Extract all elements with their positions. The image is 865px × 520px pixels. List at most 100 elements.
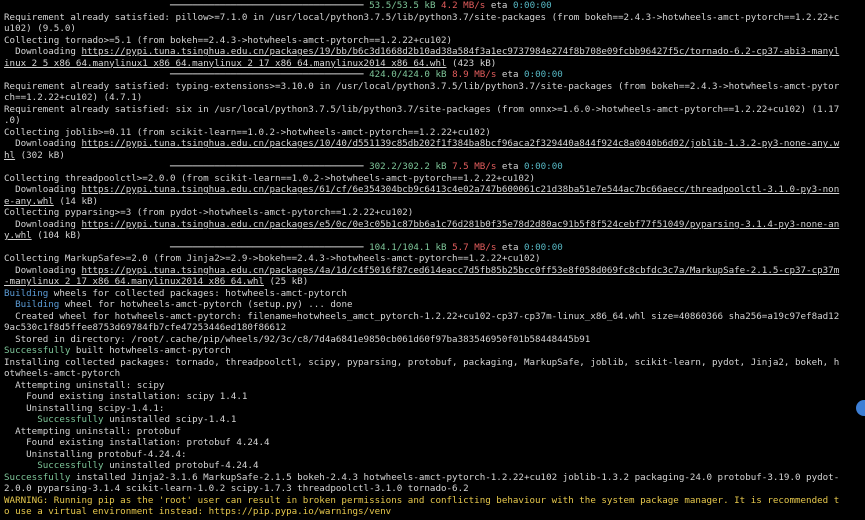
terminal-text: 424.0/424.0 kB: [369, 69, 447, 80]
terminal-line: .0): [4, 115, 861, 127]
terminal-line: Building wheel for hotwheels-amct-pytorc…: [4, 299, 861, 311]
terminal-line: Installing collected packages: tornado, …: [4, 357, 861, 369]
terminal-text: Collecting tornado>=5.1 (from bokeh==2.4…: [4, 34, 453, 46]
terminal-text: 104.1/104.1 kB: [369, 241, 447, 253]
download-link[interactable]: y.whl: [4, 230, 32, 241]
terminal-text: u102) (9.5.0): [4, 23, 76, 34]
terminal-text: Requirement already satisfied: six in /u…: [4, 103, 840, 115]
terminal-text: 4.2 MB/s: [441, 0, 486, 11]
terminal-text: 2.0.0 pyparsing-3.1.4 scikit-learn-1.0.2…: [4, 483, 469, 494]
terminal-text: built hotwheels-amct-pytorch: [70, 345, 231, 356]
terminal-text: 9ac530c1f8d5ffee8753d69784fb7cfe47253446…: [4, 322, 287, 333]
download-link[interactable]: https://pypi.tuna.tsinghua.edu.cn/packag…: [81, 219, 839, 230]
terminal-text: wheels for collected packages: hotwheels…: [48, 287, 347, 299]
terminal-line: Collecting tornado>=5.1 (from bokeh==2.4…: [4, 35, 861, 47]
terminal-line: Found existing installation: scipy 1.4.1: [4, 391, 861, 403]
terminal-text: Building: [4, 287, 49, 299]
terminal-line: ━━━━━━━━━━━━━━━━━━━━━━━━━━━━━━━━━━━ 302.…: [4, 161, 861, 173]
download-link[interactable]: -manylinux_2_17_x86_64.manylinux2014_x86…: [4, 276, 264, 287]
terminal-text: Downloading: [4, 138, 82, 149]
terminal-text: uninstalled protobuf-4.24.4: [103, 460, 259, 471]
terminal-text: Attempting uninstall: protobuf: [4, 425, 182, 437]
download-link[interactable]: https://pypi.tuna.tsinghua.edu.cn/packag…: [81, 184, 839, 195]
terminal-text: Uninstalling scipy-1.4.1:: [4, 402, 165, 414]
terminal-line: Uninstalling scipy-1.4.1:: [4, 403, 861, 415]
terminal-text: WARNING: Running pip as the 'root' user …: [4, 494, 840, 506]
terminal-line: Successfully uninstalled scipy-1.4.1: [4, 414, 861, 426]
terminal-line: Stored in directory: /root/.cache/pip/wh…: [4, 334, 861, 346]
terminal-line: Successfully installed Jinja2-3.1.6 Mark…: [4, 472, 861, 484]
terminal-text: Downloading: [4, 218, 82, 230]
terminal-text: otwheels-amct-pytorch: [4, 368, 121, 379]
terminal-text: Downloading: [4, 46, 82, 57]
download-link[interactable]: https://pypi.tuna.tsinghua.edu.cn/packag…: [81, 46, 839, 57]
terminal-text: 5.7 MB/s: [452, 241, 497, 253]
terminal-line: 9ac530c1f8d5ffee8753d69784fb7cfe47253446…: [4, 322, 861, 334]
progress-bar: ━━━━━━━━━━━━━━━━━━━━━━━━━━━━━━━━━━━: [169, 241, 364, 253]
terminal-text: 0:00:00: [524, 161, 563, 172]
terminal-line: inux_2_5_x86_64.manylinux1_x86_64.manyli…: [4, 58, 861, 70]
terminal-line: Collecting threadpoolctl>=2.0.0 (from sc…: [4, 173, 861, 185]
terminal-text: Uninstalling protobuf-4.24.4:: [4, 448, 187, 460]
terminal-line: Requirement already satisfied: six in /u…: [4, 104, 861, 116]
terminal-text: Found existing installation: scipy 1.4.1: [4, 391, 248, 402]
terminal-text: 7.5 MB/s: [452, 161, 497, 172]
terminal-line: ━━━━━━━━━━━━━━━━━━━━━━━━━━━━━━━━━━━ 424.…: [4, 69, 861, 81]
terminal-line: ch==1.2.22+cu102) (4.7.1): [4, 92, 861, 104]
terminal-line: Created wheel for hotwheels-amct-pytorch…: [4, 311, 861, 323]
download-link[interactable]: https://pypi.tuna.tsinghua.edu.cn/packag…: [81, 138, 839, 149]
terminal-text: Found existing installation: protobuf 4.…: [4, 437, 270, 448]
download-link[interactable]: e-any.whl: [4, 196, 54, 207]
terminal-text: 53.5/53.5 kB: [369, 0, 436, 11]
download-link[interactable]: inux_2_5_x86_64.manylinux1_x86_64.manyli…: [4, 58, 447, 69]
terminal-text: Collecting MarkupSafe>=2.0 (from Jinja2>…: [4, 253, 541, 264]
download-link[interactable]: https://pypi.tuna.tsinghua.edu.cn/packag…: [81, 265, 839, 276]
terminal-line: Collecting MarkupSafe>=2.0 (from Jinja2>…: [4, 253, 861, 265]
terminal-text: eta: [496, 69, 525, 80]
terminal-line: hl (302 kB): [4, 150, 861, 162]
terminal-line: e-any.whl (14 kB): [4, 196, 861, 208]
terminal-line: -manylinux_2_17_x86_64.manylinux2014_x86…: [4, 276, 861, 288]
terminal-text: 0:00:00: [524, 69, 563, 80]
terminal-line: Successfully uninstalled protobuf-4.24.4: [4, 460, 861, 472]
terminal-text: Successfully: [37, 414, 104, 425]
terminal-text: Downloading: [4, 184, 82, 195]
terminal-text: eta: [496, 161, 525, 172]
terminal-text: eta: [485, 0, 513, 11]
terminal-text: eta: [496, 241, 525, 253]
terminal-line: 2.0.0 pyparsing-3.1.4 scikit-learn-1.0.2…: [4, 483, 861, 495]
terminal-text: Collecting pyparsing>=3 (from pydot->hot…: [4, 207, 414, 218]
terminal-text: Installing collected packages: tornado, …: [4, 356, 840, 368]
terminal-text: Requirement already satisfied: typing-ex…: [4, 80, 840, 92]
terminal-text: 8.9 MB/s: [452, 69, 497, 80]
terminal-text: Created wheel for hotwheels-amct-pytorch…: [4, 310, 840, 322]
terminal-line: Uninstalling protobuf-4.24.4:: [4, 449, 861, 461]
terminal-line: y.whl (104 kB): [4, 230, 861, 242]
terminal-line: Downloading https://pypi.tuna.tsinghua.e…: [4, 184, 861, 196]
terminal-text: Successfully: [4, 471, 71, 483]
scroll-handle[interactable]: [856, 400, 865, 416]
terminal-text: ch==1.2.22+cu102) (4.7.1): [4, 92, 143, 103]
download-link[interactable]: hl: [4, 150, 15, 161]
terminal-line: Found existing installation: protobuf 4.…: [4, 437, 861, 449]
terminal-text: (25 kB): [263, 276, 309, 287]
terminal-line: Attempting uninstall: scipy: [4, 380, 861, 392]
terminal-line: Successfully built hotwheels-amct-pytorc…: [4, 345, 861, 357]
terminal-line: Downloading https://pypi.tuna.tsinghua.e…: [4, 46, 861, 58]
terminal-line: Collecting joblib>=0.11 (from scikit-lea…: [4, 127, 861, 139]
terminal-line: Requirement already satisfied: pillow>=7…: [4, 12, 861, 24]
terminal-text: Successfully: [37, 460, 104, 471]
terminal-text: Successfully: [4, 345, 71, 356]
terminal-line: WARNING: Running pip as the 'root' user …: [4, 495, 861, 507]
terminal-line: Attempting uninstall: protobuf: [4, 426, 861, 438]
terminal-line: Collecting pyparsing>=3 (from pydot->hot…: [4, 207, 861, 219]
terminal-text: .0): [4, 115, 21, 126]
terminal-line: Downloading https://pypi.tuna.tsinghua.e…: [4, 138, 861, 150]
terminal-window[interactable]: ━━━━━━━━━━━━━━━━━━━━━━━━━━━━━━━━━━━ 53.5…: [0, 0, 865, 520]
